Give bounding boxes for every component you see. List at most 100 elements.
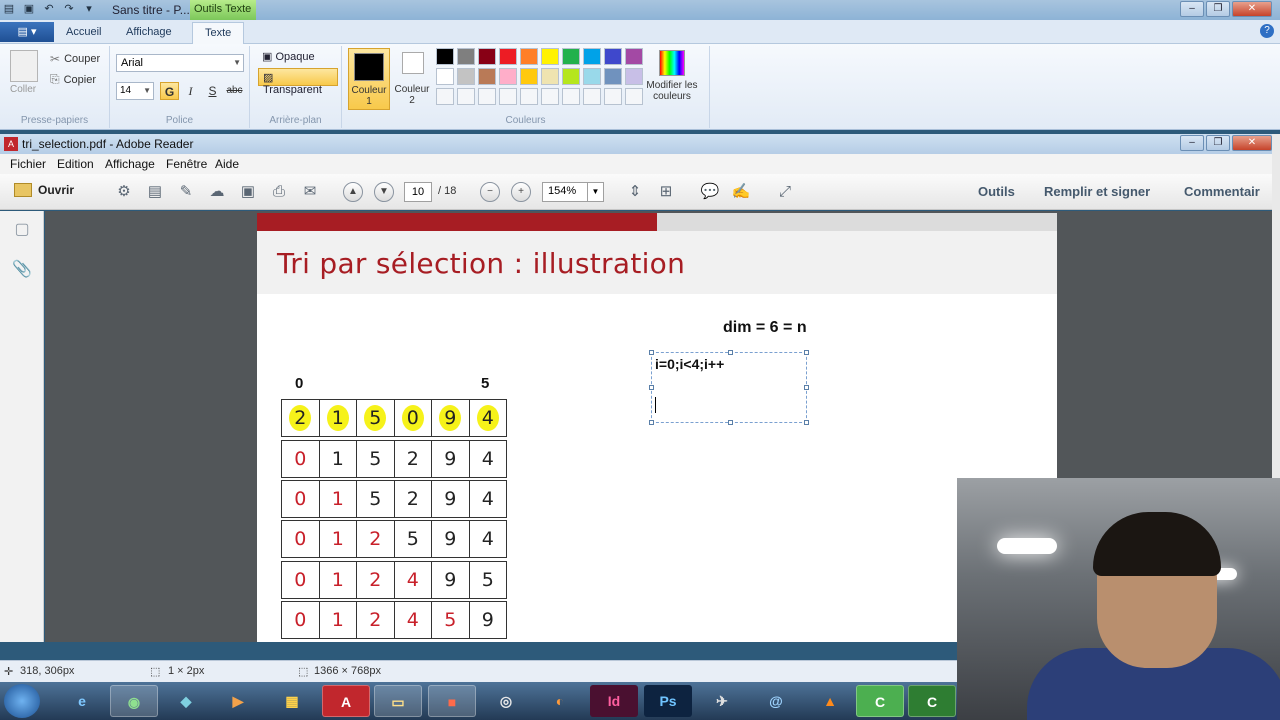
palette-swatch[interactable] <box>520 88 538 105</box>
help-icon[interactable]: ? <box>1260 24 1274 38</box>
vlc-icon[interactable]: ▲ <box>806 685 854 717</box>
app-icon[interactable]: ◆ <box>162 685 210 717</box>
resize-handle[interactable] <box>804 385 809 390</box>
export-pdf-icon[interactable]: ▤ <box>145 182 165 202</box>
transparent-button[interactable]: ▨ Transparent <box>258 68 338 96</box>
next-page-button[interactable]: ▼ <box>374 182 394 202</box>
paint-icon[interactable]: ■ <box>428 685 476 717</box>
resize-handle[interactable] <box>804 350 809 355</box>
menu-edition[interactable]: Edition <box>57 157 94 171</box>
camtasia-icon[interactable]: C <box>856 685 904 717</box>
highlight-icon[interactable]: ✍ <box>731 182 751 202</box>
palette-swatch[interactable] <box>625 88 643 105</box>
redo-icon[interactable]: ↷ <box>62 2 76 16</box>
palette-swatch[interactable] <box>436 68 454 85</box>
palette-swatch[interactable] <box>499 68 517 85</box>
app-icon[interactable]: ✈ <box>698 685 746 717</box>
copy-button[interactable]: ⎘ Copier <box>50 72 96 87</box>
tools-link[interactable]: Outils <box>978 184 1015 199</box>
attachment-icon[interactable]: 📎 <box>12 259 32 281</box>
fit-width-icon[interactable]: ⊞ <box>656 182 676 202</box>
menu-affichage[interactable]: Affichage <box>105 157 155 171</box>
reader-minimize-button[interactable]: – <box>1180 135 1204 151</box>
create-pdf-icon[interactable]: ⚙ <box>114 182 134 202</box>
zoom-out-button[interactable]: − <box>480 182 500 202</box>
palette-swatch[interactable] <box>478 68 496 85</box>
tab-affichage[interactable]: Affichage <box>126 26 172 38</box>
resize-handle[interactable] <box>649 350 654 355</box>
resize-handle[interactable] <box>728 420 733 425</box>
palette-swatch[interactable] <box>436 88 454 105</box>
palette-swatch[interactable] <box>625 48 643 65</box>
resize-handle[interactable] <box>649 420 654 425</box>
paste-icon[interactable] <box>10 50 38 82</box>
internet-explorer-icon[interactable]: e <box>58 685 106 717</box>
resize-handle[interactable] <box>804 420 809 425</box>
palette-swatch[interactable] <box>520 48 538 65</box>
font-family-select[interactable]: Arial ▼ <box>116 54 244 72</box>
save-icon[interactable]: ▣ <box>22 2 36 16</box>
file-explorer-icon[interactable]: ▭ <box>374 685 422 717</box>
palette-swatch[interactable] <box>541 68 559 85</box>
edit-icon[interactable]: ✎ <box>176 182 196 202</box>
paint-text-box[interactable]: i=0;i<4;i++ <box>649 350 809 425</box>
palette-swatch[interactable] <box>604 68 622 85</box>
palette-swatch[interactable] <box>604 48 622 65</box>
print-icon[interactable]: ⎙ <box>269 182 289 202</box>
font-size-select[interactable]: 14 ▼ <box>116 82 154 100</box>
photoshop-icon[interactable]: Ps <box>644 685 692 717</box>
app-icon[interactable]: ◉ <box>110 685 158 717</box>
palette-swatch[interactable] <box>436 48 454 65</box>
zoom-select[interactable]: 154% ▼ <box>542 182 604 202</box>
palette-swatch[interactable] <box>562 88 580 105</box>
palette-swatch[interactable] <box>478 88 496 105</box>
close-button[interactable]: ✕ <box>1232 1 1272 17</box>
menu-aide[interactable]: Aide <box>215 157 239 171</box>
camtasia-recorder-icon[interactable]: C <box>908 685 956 717</box>
email-icon[interactable]: ✉ <box>300 182 320 202</box>
upload-cloud-icon[interactable]: ☁ <box>207 182 227 202</box>
palette-swatch[interactable] <box>499 88 517 105</box>
palette-swatch[interactable] <box>562 68 580 85</box>
media-player-icon[interactable]: ▶ <box>214 685 262 717</box>
underline-button[interactable]: S <box>203 82 222 100</box>
palette-swatch[interactable] <box>457 88 475 105</box>
palette-swatch[interactable] <box>520 68 538 85</box>
page-number-input[interactable]: 10 <box>404 182 432 202</box>
tab-texte[interactable]: Texte <box>192 22 245 45</box>
palette-swatch[interactable] <box>478 48 496 65</box>
comment-link[interactable]: Commentair <box>1184 184 1260 199</box>
fit-page-icon[interactable]: ⇕ <box>625 182 645 202</box>
italic-button[interactable]: I <box>181 82 200 100</box>
start-button[interactable] <box>4 684 40 718</box>
palette-swatch[interactable] <box>541 88 559 105</box>
palette-swatch[interactable] <box>499 48 517 65</box>
save-icon[interactable]: ▣ <box>238 182 258 202</box>
color1-button[interactable]: Couleur 1 <box>348 48 390 110</box>
expand-icon[interactable]: ⤢ <box>775 182 795 202</box>
palette-swatch[interactable] <box>457 48 475 65</box>
paste-button[interactable]: Coller <box>10 84 36 95</box>
undo-icon[interactable]: ↶ <box>42 2 56 16</box>
palette-swatch[interactable] <box>583 88 601 105</box>
reader-close-button[interactable]: ✕ <box>1232 135 1272 151</box>
palette-swatch[interactable] <box>604 88 622 105</box>
paint-app-menu-button[interactable]: ▤ ▾ <box>0 22 54 42</box>
reader-restore-button[interactable]: ❐ <box>1206 135 1230 151</box>
chrome-icon[interactable]: ◎ <box>482 685 530 717</box>
palette-swatch[interactable] <box>541 48 559 65</box>
open-button[interactable]: Ouvrir <box>14 183 74 197</box>
adobe-reader-icon[interactable]: A <box>322 685 370 717</box>
comment-bubble-icon[interactable]: 💬 <box>700 182 720 202</box>
palette-swatch[interactable] <box>583 48 601 65</box>
resize-handle[interactable] <box>649 385 654 390</box>
zoom-in-button[interactable]: + <box>511 182 531 202</box>
page-thumbnails-icon[interactable]: ▢ <box>12 219 32 241</box>
maximize-button[interactable]: ❐ <box>1206 1 1230 17</box>
opaque-button[interactable]: ▣ Opaque <box>258 48 338 66</box>
qat-dropdown-icon[interactable]: ▾ <box>82 2 96 16</box>
firefox-icon[interactable]: ◐ <box>536 685 584 717</box>
strikethrough-button[interactable]: abc <box>225 82 244 100</box>
cut-button[interactable]: ✂ Couper <box>50 52 100 66</box>
fill-sign-link[interactable]: Remplir et signer <box>1044 184 1150 199</box>
